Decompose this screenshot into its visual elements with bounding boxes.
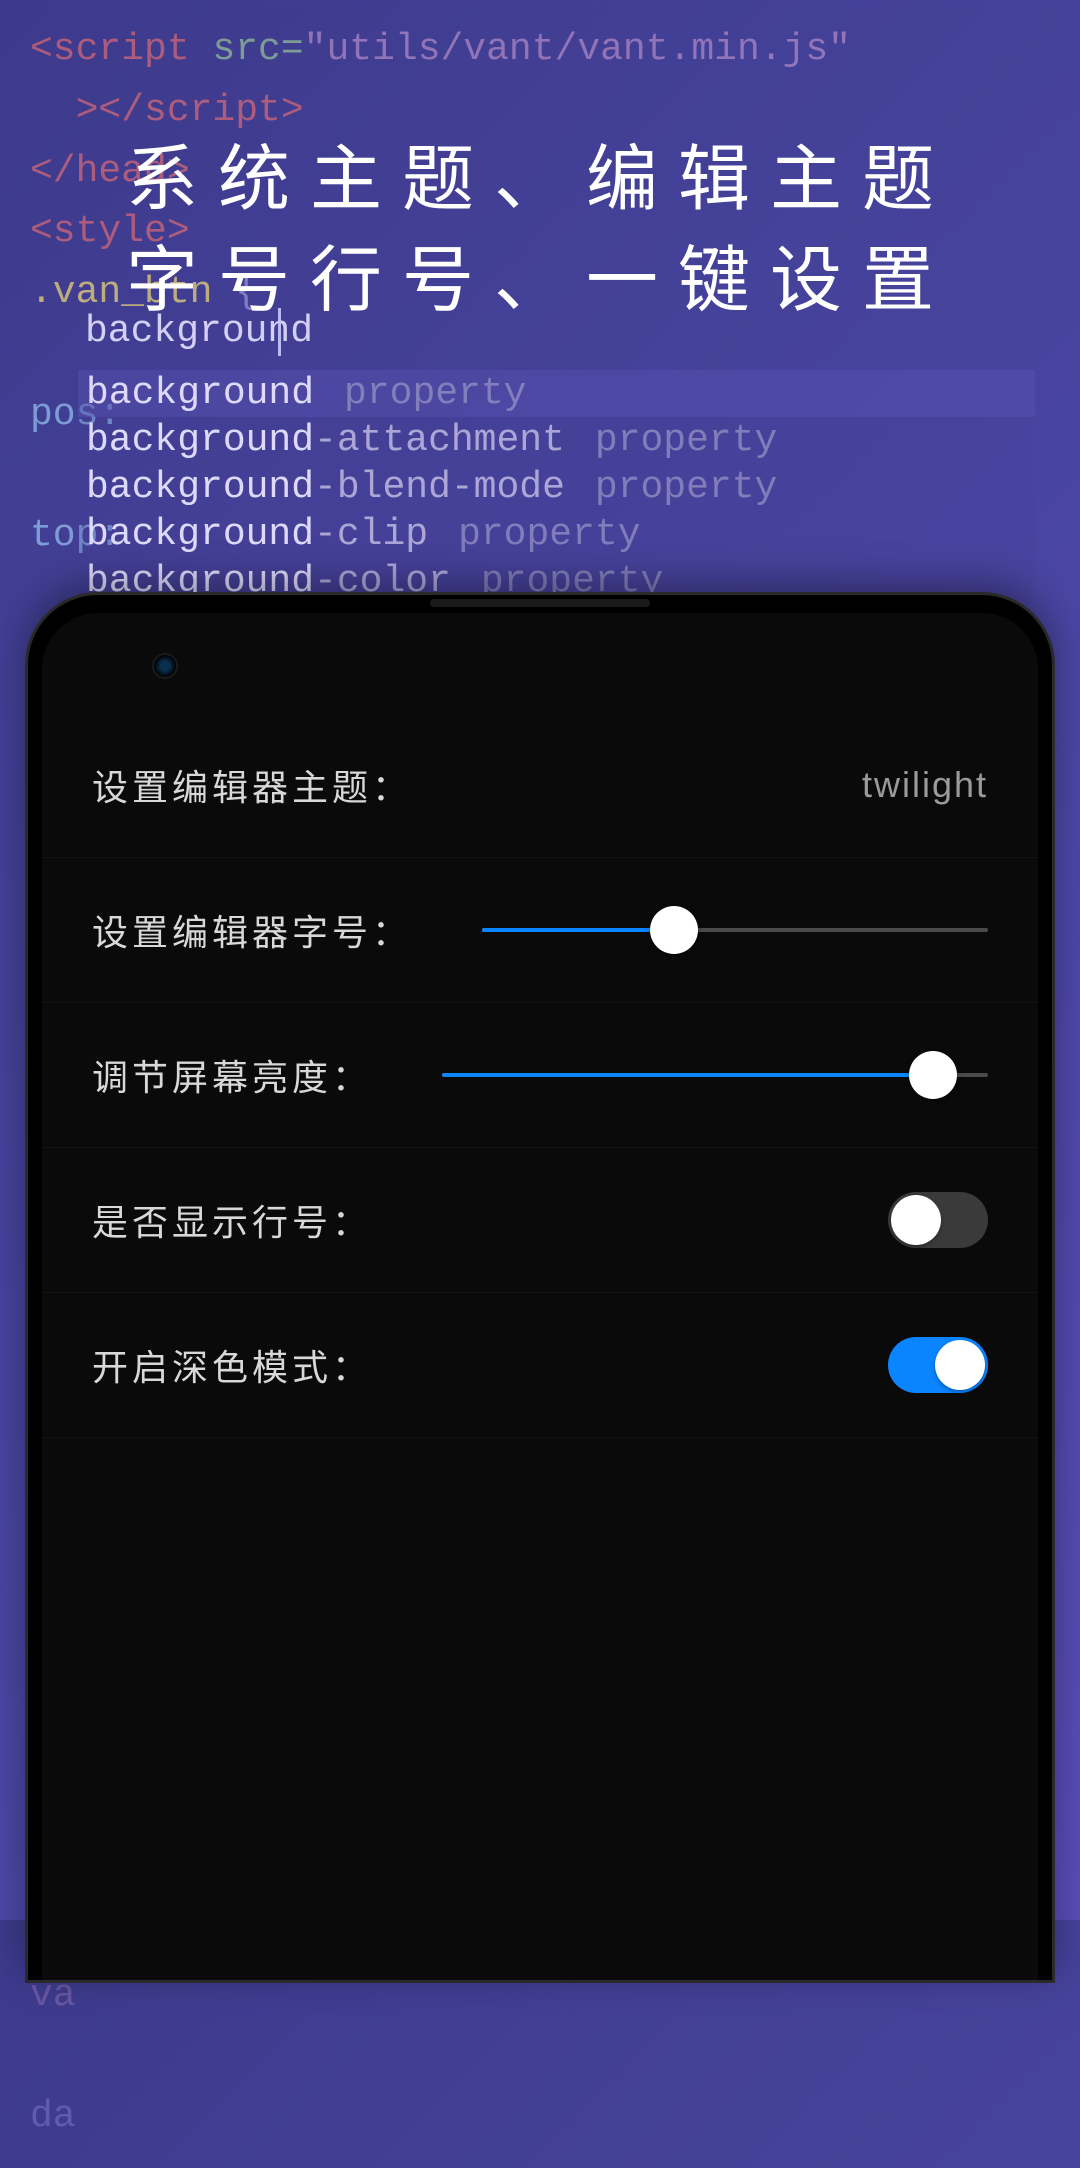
setting-label: 是否显示行号： <box>92 1194 372 1246</box>
setting-label: 设置编辑器字号： <box>92 904 412 956</box>
setting-label: 开启深色模式： <box>92 1339 372 1391</box>
phone-screen: 设置编辑器主题： twilight 设置编辑器字号： 调节屏幕亮度： <box>42 613 1038 1980</box>
setting-value: twilight <box>862 764 988 806</box>
setting-line-numbers: 是否显示行号： <box>42 1148 1038 1293</box>
slider-thumb[interactable] <box>909 1051 957 1099</box>
dark-mode-toggle[interactable] <box>888 1337 988 1393</box>
phone-camera <box>152 653 178 679</box>
slider-thumb[interactable] <box>650 906 698 954</box>
setting-font-size: 设置编辑器字号： <box>42 858 1038 1003</box>
phone-frame: 设置编辑器主题： twilight 设置编辑器字号： 调节屏幕亮度： <box>28 595 1052 1980</box>
phone-speaker <box>430 599 650 607</box>
hero-line-2: 字号行号、一键设置 <box>0 231 1080 332</box>
autocomplete-item[interactable]: background-attachmentproperty <box>78 417 1035 464</box>
hero-line-1: 系统主题、编辑主题 <box>0 130 1080 231</box>
autocomplete-item[interactable]: background-clipproperty <box>78 511 1035 558</box>
setting-brightness: 调节屏幕亮度： <box>42 1003 1038 1148</box>
setting-dark-mode: 开启深色模式： <box>42 1293 1038 1438</box>
setting-editor-theme[interactable]: 设置编辑器主题： twilight <box>42 713 1038 858</box>
settings-list: 设置编辑器主题： twilight 设置编辑器字号： 调节屏幕亮度： <box>42 613 1038 1438</box>
font-size-slider[interactable] <box>482 905 988 955</box>
line-numbers-toggle[interactable] <box>888 1192 988 1248</box>
setting-label: 设置编辑器主题： <box>92 759 412 811</box>
setting-label: 调节屏幕亮度： <box>92 1049 372 1101</box>
brightness-slider[interactable] <box>442 1050 988 1100</box>
autocomplete-item[interactable]: backgroundproperty <box>78 370 1035 417</box>
autocomplete-item[interactable]: background-blend-modeproperty <box>78 464 1035 511</box>
hero-title: 系统主题、编辑主题 字号行号、一键设置 <box>0 130 1080 332</box>
autocomplete-popup[interactable]: backgroundproperty background-attachment… <box>78 370 1035 605</box>
